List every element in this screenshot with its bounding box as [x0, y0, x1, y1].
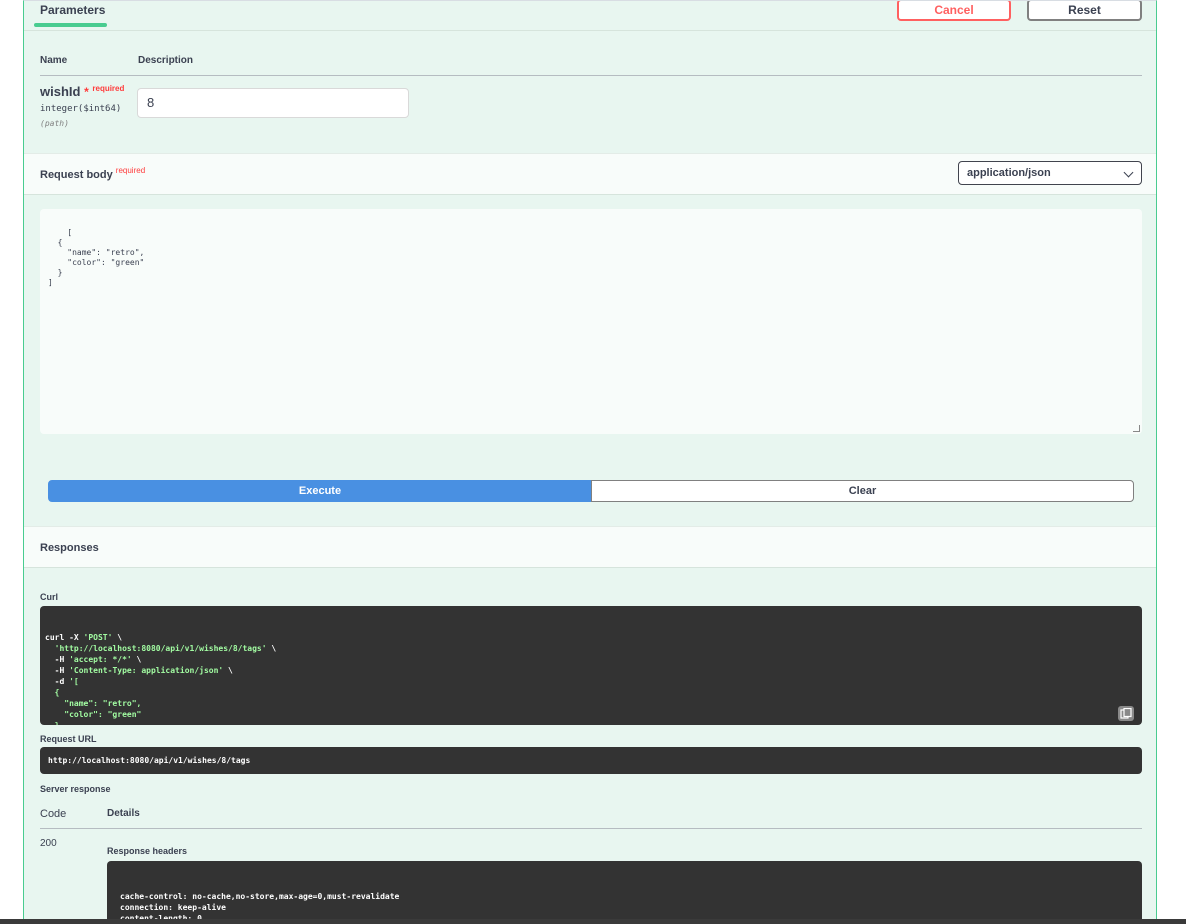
response-header-line: cache-control: no-cache,no-store,max-age…: [120, 892, 400, 901]
execute-button[interactable]: Execute: [48, 480, 592, 502]
curl-line: 'http://localhost:8080/api/v1/wishes/8/t…: [45, 643, 1137, 654]
curl-label: Curl: [40, 592, 58, 602]
status-code: 200: [40, 838, 57, 849]
column-header-details: Details: [107, 808, 140, 819]
curl-token-string: {: [45, 688, 60, 697]
operation-block: Parameters Cancel Reset Name Description…: [23, 0, 1157, 924]
curl-line: {: [45, 687, 1137, 698]
tab-parameters[interactable]: Parameters: [40, 3, 105, 17]
curl-token-plain: -d: [45, 677, 70, 686]
curl-token-string: 'http://localhost:8080/api/v1/wishes/8/t…: [54, 644, 267, 653]
curl-token-plain: -H: [45, 666, 70, 675]
content-type-select[interactable]: application/json: [958, 161, 1142, 185]
server-response-label: Server response: [40, 784, 111, 794]
request-body-required: required: [115, 166, 146, 175]
required-label: required: [92, 84, 125, 93]
curl-token-string: 'accept: */*': [69, 655, 132, 664]
column-header-code: Code: [40, 808, 67, 820]
curl-token-plain: [45, 644, 55, 653]
header-divider: [24, 30, 1156, 31]
response-headers-label: Response headers: [107, 846, 188, 856]
parameters-table-divider: [40, 75, 1142, 76]
param-location: (path): [40, 119, 69, 128]
content-type-value: application/json: [967, 167, 1051, 179]
request-body-title: Request body required: [40, 166, 146, 181]
column-header-name: Name: [40, 55, 68, 66]
curl-token-plain: -H: [45, 655, 70, 664]
curl-token-tail: \: [112, 633, 123, 642]
curl-token-tail: \: [223, 666, 233, 675]
curl-token-plain: curl -X: [45, 633, 84, 642]
response-headers-block: cache-control: no-cache,no-store,max-age…: [107, 861, 1142, 924]
reset-button[interactable]: Reset: [1027, 1, 1142, 21]
resize-handle-icon[interactable]: [1133, 425, 1140, 432]
curl-line: -H 'Content-Type: application/json' \: [45, 665, 1137, 676]
clear-button[interactable]: Clear: [591, 480, 1134, 502]
param-name-text: wishId: [40, 84, 81, 99]
horizontal-scrollbar[interactable]: [0, 919, 1186, 924]
param-type: integer($int64): [40, 104, 122, 114]
cancel-button[interactable]: Cancel: [897, 1, 1011, 21]
request-body-editor[interactable]: [ { "name": "retro", "color": "green" } …: [40, 209, 1142, 434]
curl-token-tail: \: [266, 644, 277, 653]
required-star: *: [84, 85, 89, 99]
curl-line: curl -X 'POST' \: [45, 632, 1137, 643]
curl-line: }: [45, 720, 1137, 725]
copy-to-clipboard-icon[interactable]: [1118, 706, 1134, 721]
request-body-text: [ { "name": "retro", "color": "green" } …: [48, 228, 145, 287]
wishid-input[interactable]: 8: [137, 88, 409, 118]
request-url-box: http://localhost:8080/api/v1/wishes/8/ta…: [40, 747, 1142, 774]
curl-token-tail: \: [131, 655, 142, 664]
responses-header: Responses: [24, 526, 1156, 568]
curl-token-string: }: [45, 721, 60, 725]
curl-code-block: curl -X 'POST' \ 'http://localhost:8080/…: [40, 606, 1142, 725]
response-table-divider: [40, 828, 1142, 829]
column-header-description: Description: [138, 55, 194, 66]
tab-active-indicator: [34, 23, 107, 27]
request-body-title-text: Request body: [40, 169, 113, 181]
chevron-down-icon: [1123, 167, 1134, 178]
curl-line: -H 'accept: */*' \: [45, 654, 1137, 665]
curl-line: "name": "retro",: [45, 698, 1137, 709]
curl-lines: curl -X 'POST' \ 'http://localhost:8080/…: [45, 632, 1137, 725]
curl-line: -d '[: [45, 676, 1137, 687]
curl-line: "color": "green": [45, 709, 1137, 720]
param-name: wishId * required: [40, 84, 124, 99]
curl-token-string: 'Content-Type: application/json': [69, 666, 224, 675]
responses-title: Responses: [40, 542, 99, 554]
curl-token-string: "color": "green": [45, 710, 142, 719]
request-url-label: Request URL: [40, 734, 97, 744]
curl-token-string: '[: [69, 677, 79, 686]
curl-token-string: "name": "retro",: [45, 699, 142, 708]
curl-token-string: 'POST': [83, 633, 113, 642]
response-header-line: connection: keep-alive: [120, 903, 226, 912]
